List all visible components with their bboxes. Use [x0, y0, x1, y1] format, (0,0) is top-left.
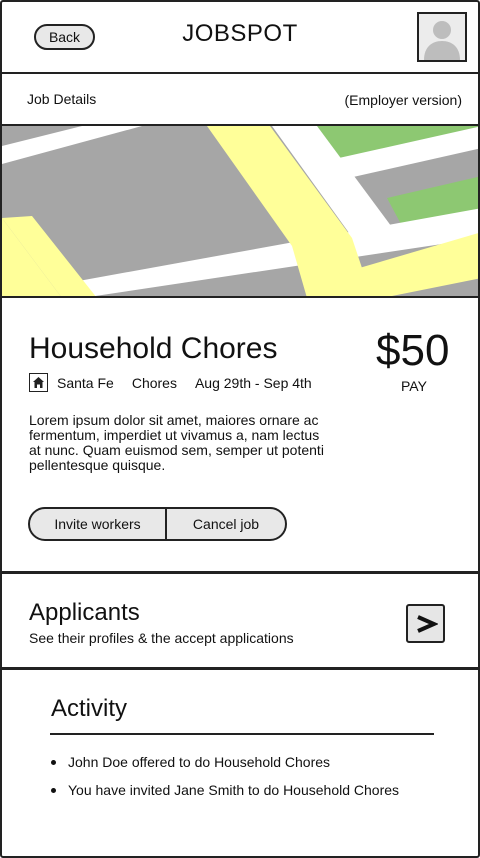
- job-location: Santa Fe: [57, 374, 114, 391]
- version-label: (Employer version): [344, 92, 462, 108]
- app-frame: Back JOBSPOT Job Details (Employer versi…: [0, 0, 480, 858]
- activity-title: Activity: [51, 695, 128, 722]
- job-description: Lorem ipsum dolor sit amet, maiores orna…: [29, 412, 324, 473]
- applicants-title: Applicants: [29, 599, 140, 626]
- applicants-section[interactable]: Applicants See their profiles & the acce…: [2, 574, 478, 670]
- price-caption: PAY: [401, 378, 427, 394]
- job-actions: Invite workers Cancel job: [28, 507, 287, 541]
- job-meta: Santa Fe Chores Aug 29th - Sep 4th: [29, 373, 330, 392]
- subheader: Job Details (Employer version): [2, 74, 478, 126]
- back-button[interactable]: Back: [34, 24, 95, 50]
- job-dates: Aug 29th - Sep 4th: [194, 374, 312, 391]
- cancel-job-button[interactable]: Cancel job: [167, 509, 285, 539]
- job-price: $50: [376, 326, 450, 375]
- map-graphic: [2, 126, 478, 296]
- invite-workers-button[interactable]: Invite workers: [30, 509, 167, 539]
- activity-item: You have invited Jane Smith to do Househ…: [50, 782, 399, 810]
- avatar[interactable]: [417, 12, 467, 62]
- top-bar: Back JOBSPOT: [2, 2, 478, 74]
- job-summary: Household Chores Santa Fe Chores Aug 29t…: [2, 298, 478, 574]
- applicants-open-button[interactable]: [406, 604, 445, 643]
- activity-list: John Doe offered to do Household Chores …: [50, 754, 399, 810]
- activity-item: John Doe offered to do Household Chores: [50, 754, 399, 782]
- home-icon: [29, 373, 48, 392]
- user-avatar-icon: [419, 14, 465, 60]
- applicants-subtitle: See their profiles & the accept applicat…: [29, 630, 294, 646]
- divider: [50, 733, 434, 735]
- chevron-right-icon: [416, 614, 438, 633]
- activity-section: Activity John Doe offered to do Househol…: [2, 670, 478, 856]
- job-location-map[interactable]: [2, 126, 478, 298]
- job-category: Chores: [131, 374, 177, 391]
- job-title: Household Chores: [29, 332, 278, 365]
- page-title: Job Details: [27, 91, 97, 107]
